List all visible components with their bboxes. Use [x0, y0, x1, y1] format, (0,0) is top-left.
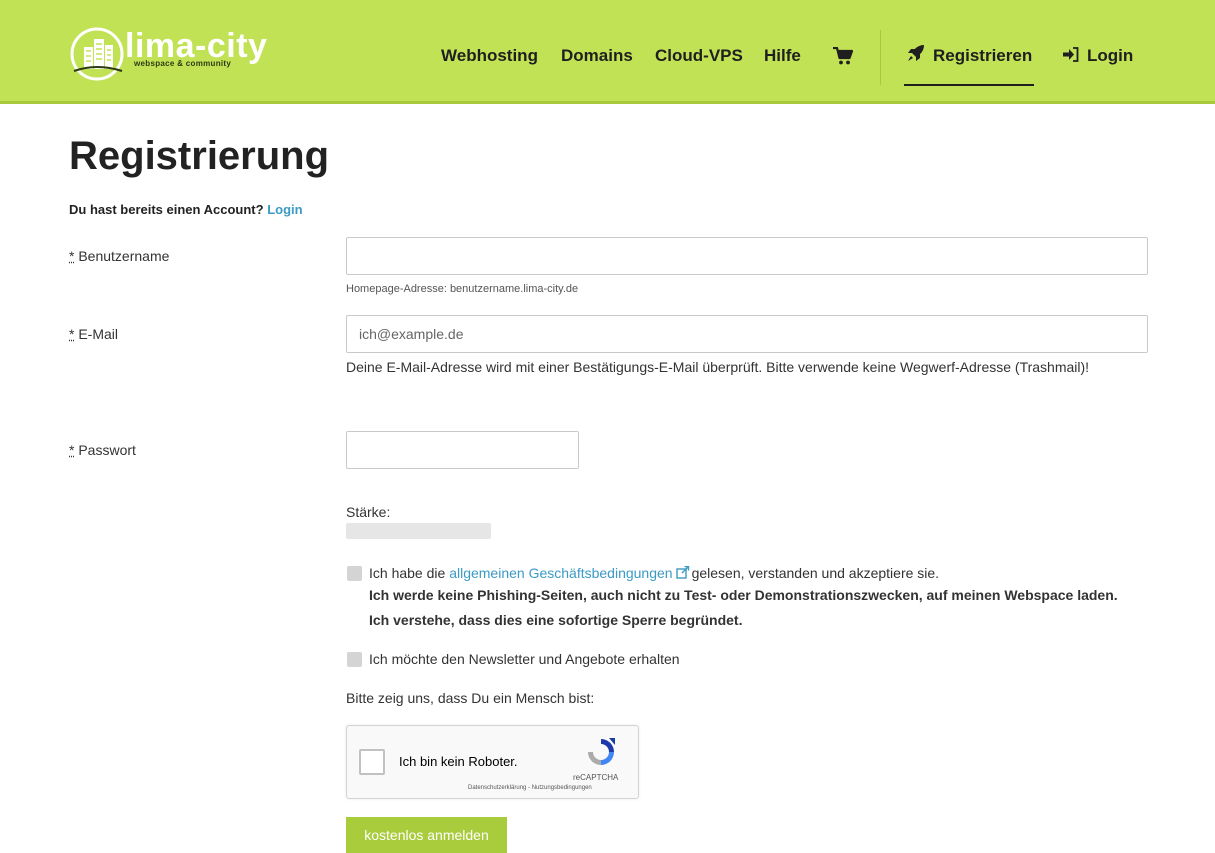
email-input[interactable] — [346, 315, 1148, 353]
recaptcha-checkbox[interactable] — [359, 749, 385, 775]
email-help: Deine E-Mail-Adresse wird mit einer Best… — [346, 359, 1090, 375]
logo-building-icon — [70, 27, 124, 81]
nav-registrieren[interactable]: Registrieren — [907, 44, 1032, 69]
password-label-text: Passwort — [78, 442, 136, 458]
existing-account-line: Du hast bereits einen Account? Login — [69, 202, 303, 217]
nav-separator — [880, 30, 881, 85]
nav-registrieren-label: Registrieren — [933, 46, 1033, 65]
terms-text-before: Ich habe die — [369, 565, 446, 581]
terms-text-after: gelesen, verstanden und akzeptiere sie. — [691, 565, 940, 581]
nav-hilfe[interactable]: Hilfe — [764, 44, 801, 68]
nav-webhosting[interactable]: Webhosting — [441, 44, 538, 68]
existing-account-question: Du hast bereits einen Account? — [69, 202, 264, 217]
username-label-text: Benutzername — [78, 248, 170, 264]
newsletter-label: Ich möchte den Newsletter und Angebote e… — [369, 651, 680, 667]
login-link[interactable]: Login — [267, 202, 302, 217]
required-marker: * — [69, 248, 75, 264]
active-nav-indicator — [904, 84, 1034, 86]
submit-button[interactable]: kostenlos anmelden — [346, 817, 507, 853]
rocket-icon — [907, 44, 925, 69]
recaptcha-terms-links[interactable]: Datenschutzerklärung - Nutzungsbedingung… — [468, 785, 592, 791]
terms-checkbox[interactable] — [347, 566, 362, 581]
password-input[interactable] — [346, 431, 579, 469]
recaptcha-label: Ich bin kein Roboter. — [399, 754, 518, 769]
username-input[interactable] — [346, 237, 1148, 275]
email-label-text: E-Mail — [78, 326, 119, 342]
username-help: Homepage-Adresse: benutzername.lima-city… — [346, 283, 579, 295]
username-label: * Benutzername — [69, 248, 169, 264]
nav-login-label: Login — [1087, 46, 1134, 65]
password-strength-bar — [346, 523, 491, 539]
password-strength-label: Stärke: — [346, 504, 391, 520]
newsletter-checkbox[interactable] — [347, 652, 362, 667]
email-label: * E-Mail — [69, 326, 118, 342]
nav-login[interactable]: Login — [1062, 44, 1133, 69]
suspension-notice: Ich verstehe, dass dies eine sofortige S… — [369, 612, 743, 628]
phishing-notice: Ich werde keine Phishing-Seiten, auch ni… — [369, 587, 1118, 603]
top-navbar: lima-city webspace & community Webhostin… — [0, 0, 1215, 104]
lima-city-logo[interactable]: lima-city webspace & community — [70, 27, 280, 83]
recaptcha-widget: Ich bin kein Roboter. reCAPTCHA Datensch… — [346, 725, 639, 799]
nav-cloud-vps[interactable]: Cloud-VPS — [655, 44, 743, 68]
logo-tagline: webspace & community — [134, 59, 232, 68]
terms-link[interactable]: allgemeinen Geschäftsbedingungen — [449, 565, 672, 581]
terms-label: Ich habe die allgemeinen Geschäftsbeding… — [369, 563, 939, 585]
sign-in-icon — [1062, 45, 1079, 69]
recaptcha-logo-icon — [585, 736, 617, 773]
page-title: Registrierung — [69, 134, 330, 178]
captcha-prompt: Bitte zeig uns, dass Du ein Mensch bist: — [346, 690, 595, 706]
required-marker: * — [69, 326, 75, 342]
shopping-cart-icon[interactable] — [833, 46, 854, 72]
required-marker: * — [69, 442, 75, 458]
external-link-icon — [675, 564, 690, 585]
password-label: * Passwort — [69, 442, 136, 458]
recaptcha-brand: reCAPTCHA — [573, 773, 619, 782]
nav-domains[interactable]: Domains — [561, 44, 633, 68]
